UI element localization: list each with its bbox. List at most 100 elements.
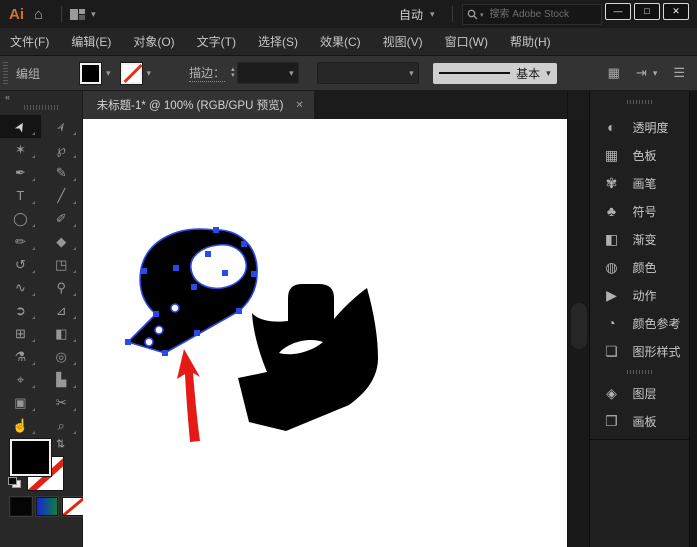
type-tool[interactable]: T xyxy=(0,184,41,207)
search-input[interactable] xyxy=(487,8,597,21)
lasso-tool[interactable]: ℘ xyxy=(41,138,82,161)
panel-button-color-guide[interactable]: ◔ 颜色参考 xyxy=(590,309,689,337)
chevron-down-icon[interactable]: ▾ xyxy=(289,68,294,79)
panel-button-artboards[interactable]: ❐ 画板 xyxy=(590,407,689,435)
color-mode-button[interactable] xyxy=(9,496,33,517)
chevron-down-icon[interactable]: ▾ xyxy=(106,68,111,79)
panel-button-actions[interactable]: ▶ 动作 xyxy=(590,281,689,309)
toolbar-panel: « ➤ ➢ ✶ ℘ ✒ ✎ T ╱ ◯ ✐ ✏ ◆ ↺ ◳ ∿ ⚲ ➲ ⊿ ⊞ … xyxy=(0,91,85,547)
perspective-grid-tool[interactable]: ⊿ xyxy=(41,299,82,322)
menu-select[interactable]: 选择(S) xyxy=(258,33,298,50)
width-tool[interactable]: ∿ xyxy=(0,276,41,299)
panel-button-transparency[interactable]: ◐ 透明度 xyxy=(590,113,689,141)
fill-proxy-swatch[interactable] xyxy=(9,438,52,477)
maximize-button[interactable]: □ xyxy=(634,3,660,20)
scrollbar-gutter-top xyxy=(567,91,590,119)
pen-tool[interactable]: ✒ xyxy=(0,161,41,184)
menu-view[interactable]: 视图(V) xyxy=(383,33,423,50)
panel-button-brushes[interactable]: ✾ 画笔 xyxy=(590,169,689,197)
align-icon[interactable]: ▦ xyxy=(608,65,620,81)
menu-edit[interactable]: 编辑(E) xyxy=(71,33,111,50)
document-tab[interactable]: 未标题-1* @ 100% (RGB/GPU 预览) ✕ xyxy=(82,91,314,119)
chevron-down-icon[interactable]: ▾ xyxy=(147,68,152,79)
pencil-tool[interactable]: ✏ xyxy=(0,230,41,253)
stock-search-box[interactable]: ▾ xyxy=(462,4,602,25)
eraser-tool[interactable]: ◆ xyxy=(41,230,82,253)
brush-stroke-preview xyxy=(438,72,511,74)
zoom-tool[interactable]: ⌕ xyxy=(41,414,82,437)
workspace-switcher-icon[interactable] xyxy=(70,8,86,20)
fill-color-swatch[interactable] xyxy=(79,61,103,85)
none-mode-button[interactable] xyxy=(61,496,85,517)
dock-grip[interactable] xyxy=(590,91,689,113)
paintbrush-tool[interactable]: ✐ xyxy=(41,207,82,230)
panel-button-gradient[interactable]: ◧ 渐变 xyxy=(590,225,689,253)
rotate-tool[interactable]: ↺ xyxy=(0,253,41,276)
shape-builder-tool[interactable]: ➲ xyxy=(0,299,41,322)
stroke-weight-label[interactable]: 描边： xyxy=(189,64,226,82)
swap-fill-stroke-icon[interactable]: ⇄ xyxy=(54,439,67,448)
control-panel-menu-icon[interactable]: ☰ xyxy=(673,65,685,81)
panel-button-swatches[interactable]: ▦ 色板 xyxy=(590,141,689,169)
menu-effect[interactable]: 效果(C) xyxy=(320,33,361,50)
home-icon[interactable]: ⌂ xyxy=(34,6,43,23)
stroke-color-swatch[interactable] xyxy=(119,61,143,85)
tab-close-icon[interactable]: ✕ xyxy=(295,100,303,111)
width-profile-dropdown[interactable]: ▾ xyxy=(316,62,419,84)
chevron-down-icon[interactable]: ▾ xyxy=(653,68,658,79)
toolbar-grip[interactable] xyxy=(23,103,58,111)
selected-nine-shape[interactable] xyxy=(124,227,258,356)
line-segment-tool[interactable]: ╱ xyxy=(41,184,82,207)
warped-nine-shape[interactable] xyxy=(237,284,378,431)
menu-file[interactable]: 文件(F) xyxy=(10,33,49,50)
eyedropper-tool[interactable]: ⚗ xyxy=(0,345,41,368)
gradient-tool[interactable]: ◧ xyxy=(41,322,82,345)
chevron-down-icon[interactable]: ▾ xyxy=(409,68,414,79)
stroke-weight-stepper[interactable]: ▴ ▾ xyxy=(231,66,235,79)
gradient-mode-button[interactable] xyxy=(35,496,59,517)
puppet-warp-tool[interactable]: ⚲ xyxy=(41,276,82,299)
minimize-button[interactable]: — xyxy=(605,3,631,20)
title-bar: Ai ⌂ ▾ 自动 ▾ ▾ — □ ✕ xyxy=(0,0,697,28)
stroke-weight-field[interactable]: ▾ xyxy=(236,62,299,84)
curvature-tool[interactable]: ✎ xyxy=(41,161,82,184)
ellipse-tool[interactable]: ◯ xyxy=(0,207,41,230)
menu-object[interactable]: 对象(O) xyxy=(133,33,174,50)
panel-button-symbols[interactable]: ♣ 符号 xyxy=(590,197,689,225)
transform-icon[interactable]: ⇥ xyxy=(636,65,647,81)
collapse-panel-icon[interactable]: « xyxy=(5,92,10,102)
panel-button-graphic-styles[interactable]: ❏ 图形样式 xyxy=(590,337,689,365)
scale-tool[interactable]: ◳ xyxy=(41,253,82,276)
vertical-scrollbar[interactable] xyxy=(566,91,590,547)
column-graph-tool[interactable]: ▙ xyxy=(41,368,82,391)
blend-tool[interactable]: ◎ xyxy=(41,345,82,368)
panel-button-layers[interactable]: ◈ 图层 xyxy=(590,379,689,407)
search-mode-label[interactable]: 自动 xyxy=(399,6,423,23)
menu-bar: 文件(F) 编辑(E) 对象(O) 文字(T) 选择(S) 效果(C) 视图(V… xyxy=(0,28,697,56)
selection-tool[interactable]: ➤ xyxy=(0,115,41,138)
menu-type[interactable]: 文字(T) xyxy=(197,33,236,50)
scrollbar-thumb[interactable] xyxy=(570,303,587,349)
chevron-down-icon[interactable]: ▾ xyxy=(91,9,96,20)
app-logo[interactable]: Ai xyxy=(9,6,24,23)
symbol-sprayer-tool[interactable]: ⌖ xyxy=(0,368,41,391)
panel-button-color[interactable]: ◍ 颜色 xyxy=(590,253,689,281)
magic-wand-tool[interactable]: ✶ xyxy=(0,138,41,161)
stepper-down-icon[interactable]: ▾ xyxy=(231,72,235,79)
default-fill-stroke-icon[interactable] xyxy=(8,477,21,488)
menu-help[interactable]: 帮助(H) xyxy=(510,33,551,50)
chevron-down-icon[interactable]: ▾ xyxy=(430,9,435,20)
menu-window[interactable]: 窗口(W) xyxy=(445,33,488,50)
artboard-canvas[interactable] xyxy=(82,119,567,547)
brushes-icon: ✾ xyxy=(605,174,618,191)
direct-selection-tool[interactable]: ➢ xyxy=(41,115,82,138)
slice-tool[interactable]: ✂ xyxy=(41,391,82,414)
close-button[interactable]: ✕ xyxy=(663,3,689,20)
dock-grip[interactable] xyxy=(590,365,689,379)
brush-name: 基本 xyxy=(516,66,541,81)
brush-definition-dropdown[interactable]: 基本 ▾ xyxy=(432,62,557,84)
hand-tool[interactable]: ☝ xyxy=(0,414,41,437)
artboard-tool[interactable]: ▣ xyxy=(0,391,41,414)
mesh-tool[interactable]: ⊞ xyxy=(0,322,41,345)
panel-grip[interactable] xyxy=(3,62,8,84)
